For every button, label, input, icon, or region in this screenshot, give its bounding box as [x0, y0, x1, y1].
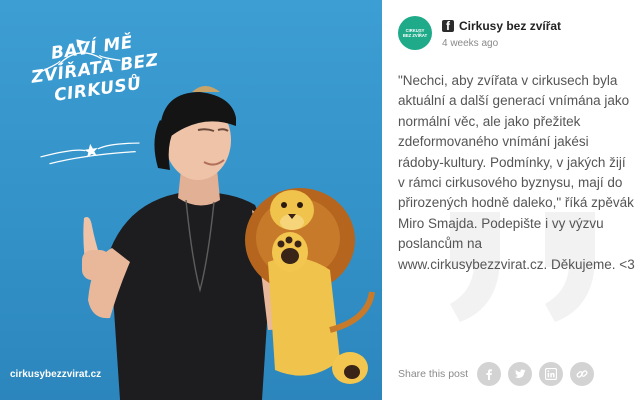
post-timestamp: 4 weeks ago [442, 38, 499, 49]
facebook-icon [442, 19, 454, 33]
message-line: přirozených hodně daleko," říká zpěvák [398, 195, 634, 211]
message-line: zdeformovaného vnímání jakési [398, 134, 589, 150]
share-facebook-button[interactable] [477, 362, 501, 386]
share-linkedin-button[interactable] [539, 362, 563, 386]
message-line: aktuální a další generací vnímána jako [398, 93, 630, 109]
copy-link-button[interactable] [570, 362, 594, 386]
author-row: Cirkusy bez zvířat [442, 19, 561, 33]
message-line: rádoby-kultury. Podmínky, v jakých žijí [398, 154, 626, 170]
slogan-ornament [40, 142, 140, 165]
linkedin-icon [545, 368, 557, 380]
message-line: poslancům na [398, 236, 483, 252]
post-panel: Cirkusy bez zvířat Cirkusy bez zvířat 4 … [382, 0, 640, 400]
author-name[interactable]: Cirkusy bez zvířat [459, 19, 561, 33]
image-watermark: cirkusybezzvirat.cz [10, 369, 102, 380]
share-label: Share this post [398, 368, 469, 380]
message-line: v rámci cirkusového byznysu, mají do [398, 175, 623, 191]
twitter-icon [514, 369, 526, 379]
avatar[interactable]: Cirkusy bez zvířat [398, 16, 432, 50]
facebook-icon [486, 369, 492, 380]
link-icon [576, 370, 588, 378]
post-image[interactable]: Baví mě zvířata bez cirkusů cirkusybezzv… [0, 0, 382, 400]
share-buttons [477, 362, 594, 386]
message-line: "Nechci, aby zvířata v cirkusech byla [398, 73, 618, 88]
share-twitter-button[interactable] [508, 362, 532, 386]
message-line: www.cirkusybezzvirat.cz. Děkujeme. <3 [398, 256, 635, 272]
message-line: normální věc, ale jako přežitek [398, 113, 581, 129]
post-message: "Nechci, aby zvířata v cirkusech byla ak… [398, 71, 640, 275]
avatar-text: Cirkusy bez zvířat [402, 28, 428, 38]
message-line: Miro Smajda. Podepište i vy výzvu [398, 215, 604, 231]
